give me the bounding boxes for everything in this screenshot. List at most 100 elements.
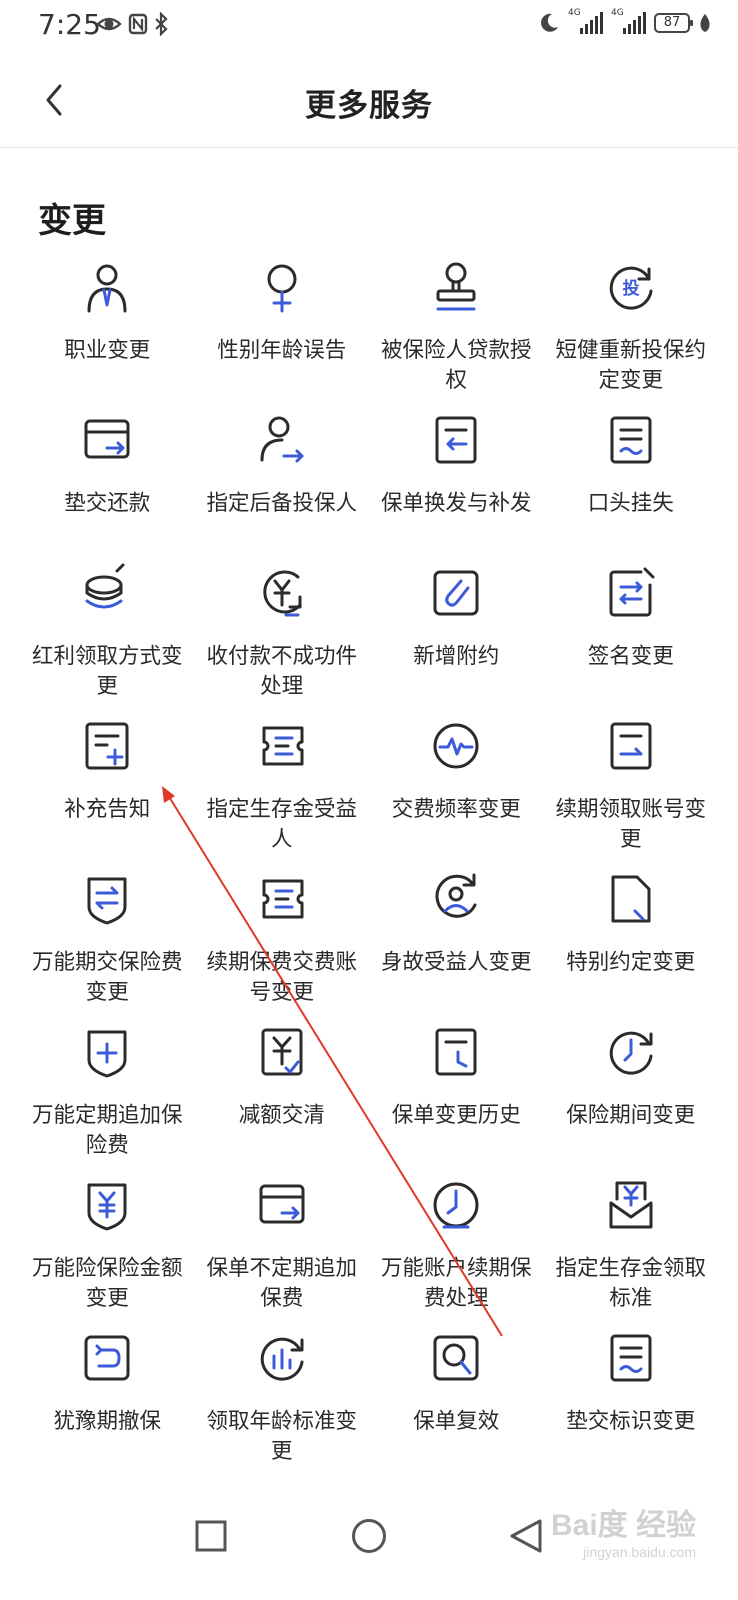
service-label: 续期领取账号变更 <box>555 797 706 852</box>
yuan-cycle-icon <box>252 563 312 623</box>
service-label: 签名变更 <box>587 644 674 669</box>
status-left-icons <box>96 12 168 36</box>
doc-plus-icon <box>77 716 137 776</box>
service-item[interactable]: 投短健重新投保约定变更 <box>544 252 719 405</box>
header: 更多服务 <box>0 56 738 148</box>
service-item[interactable]: 垫交还款 <box>20 405 195 558</box>
service-item[interactable]: 交费频率变更 <box>369 711 544 864</box>
service-label: 指定后备投保人 <box>206 491 357 516</box>
service-label: 指定生存金受益人 <box>206 797 357 852</box>
service-label: 职业变更 <box>64 338 151 363</box>
gender-age-icon <box>252 257 312 317</box>
doc-wave-icon <box>601 410 661 470</box>
back-nav-button[interactable] <box>498 1508 554 1564</box>
status-time: 7:25 <box>38 8 101 41</box>
signal-icon: 4G <box>611 8 646 34</box>
service-item[interactable]: 指定生存金领取标准 <box>544 1170 719 1323</box>
bluetooth-icon <box>155 12 168 36</box>
service-label: 短健重新投保约定变更 <box>555 338 706 393</box>
service-item[interactable]: 收付款不成功件处理 <box>195 558 370 711</box>
service-label: 收付款不成功件处理 <box>206 644 357 699</box>
service-label: 交费频率变更 <box>391 797 521 822</box>
ticket-icon <box>252 716 312 776</box>
service-label: 犹豫期撤保 <box>53 1409 161 1434</box>
status-bar: 7:25 4G 4G 87 <box>0 0 738 56</box>
shield-yuan-icon <box>77 1175 137 1235</box>
service-label: 万能险保险金额变更 <box>31 1256 183 1311</box>
service-item[interactable]: 保单换发与补发 <box>369 405 544 558</box>
chart-cycle-icon <box>252 1328 312 1388</box>
service-item[interactable]: 保险期间变更 <box>544 1017 719 1170</box>
service-item[interactable]: 万能定期追加保险费 <box>20 1017 195 1170</box>
service-item[interactable]: 万能险保险金额变更 <box>20 1170 195 1323</box>
service-label: 保险期间变更 <box>566 1103 696 1128</box>
person-arrow-icon <box>252 410 312 470</box>
coins-icon <box>77 563 137 623</box>
service-label: 续期保费交费账号变更 <box>206 950 357 1005</box>
recents-button[interactable] <box>183 1508 239 1564</box>
envelope-yuan-icon <box>601 1175 661 1235</box>
service-item[interactable]: 补充告知 <box>20 711 195 864</box>
card-transfer-icon <box>252 1175 312 1235</box>
moon-icon <box>541 13 558 32</box>
service-label: 保单变更历史 <box>391 1103 521 1128</box>
service-label: 被保险人贷款授权 <box>380 338 532 393</box>
service-item[interactable]: 特别约定变更 <box>544 864 719 1017</box>
service-label: 特别约定变更 <box>566 950 696 975</box>
leaf-icon <box>700 14 710 32</box>
shield-plus-icon <box>77 1022 137 1082</box>
service-item[interactable]: 保单不定期追加保费 <box>195 1170 370 1323</box>
service-item[interactable]: 职业变更 <box>20 252 195 405</box>
doc-fold-icon <box>601 869 661 929</box>
status-right-icons: 4G 4G 87 <box>538 8 712 34</box>
service-item[interactable]: 万能账户续期保费处理 <box>369 1170 544 1323</box>
service-item[interactable]: 保单变更历史 <box>369 1017 544 1170</box>
yuan-check-icon <box>252 1022 312 1082</box>
service-item[interactable]: 被保险人贷款授权 <box>369 252 544 405</box>
svg-text:投: 投 <box>622 278 639 299</box>
home-button[interactable] <box>341 1508 397 1564</box>
person-cycle-icon <box>426 869 486 929</box>
occupation-icon <box>77 257 137 317</box>
pulse-icon <box>426 716 486 776</box>
service-item[interactable]: 指定生存金受益人 <box>195 711 370 864</box>
service-item[interactable]: 续期保费交费账号变更 <box>195 864 370 1017</box>
service-item[interactable]: 领取年龄标准变更 <box>195 1323 370 1476</box>
eye-icon <box>96 17 122 31</box>
service-item[interactable]: 犹豫期撤保 <box>20 1323 195 1476</box>
service-label: 新增附约 <box>413 644 500 669</box>
battery-icon: 87 <box>654 13 693 33</box>
undo-box-icon <box>77 1328 137 1388</box>
service-item[interactable]: 新增附约 <box>369 558 544 711</box>
service-item[interactable]: 垫交标识变更 <box>544 1323 719 1476</box>
service-item[interactable]: 指定后备投保人 <box>195 405 370 558</box>
service-item[interactable]: 保单复效 <box>369 1323 544 1476</box>
watermark-url: jingyan.baidu.com <box>583 1544 696 1560</box>
square-icon <box>195 1520 227 1552</box>
service-label: 垫交还款 <box>64 491 151 516</box>
service-item[interactable]: 身故受益人变更 <box>369 864 544 1017</box>
doc-wave-icon <box>601 1328 661 1388</box>
service-item[interactable]: 万能期交保险费变更 <box>20 864 195 1017</box>
service-item[interactable]: 口头挂失 <box>544 405 719 558</box>
circle-icon <box>352 1519 386 1553</box>
service-item[interactable]: 续期领取账号变更 <box>544 711 719 864</box>
service-grid: 职业变更 性别年龄误告 被保险人贷款授权投短健重新投保约定变更 垫交还款 指定后备投保人… <box>20 252 718 1476</box>
nfc-icon <box>128 13 148 35</box>
service-label: 补充告知 <box>64 797 151 822</box>
service-item[interactable]: 红利领取方式变更 <box>20 558 195 711</box>
service-label: 保单换发与补发 <box>380 491 532 516</box>
doc-arrow-icon <box>601 716 661 776</box>
clock-icon <box>426 1175 486 1235</box>
service-label: 万能账户续期保费处理 <box>380 1256 532 1311</box>
service-label: 减额交清 <box>238 1103 325 1128</box>
triangle-left-icon <box>510 1519 542 1553</box>
service-item[interactable]: 签名变更 <box>544 558 719 711</box>
service-item[interactable]: 性别年龄误告 <box>195 252 370 405</box>
ticket-icon <box>252 869 312 929</box>
shield-swap-icon <box>77 869 137 929</box>
service-label: 口头挂失 <box>587 491 674 516</box>
signature-icon <box>601 563 661 623</box>
service-item[interactable]: 减额交清 <box>195 1017 370 1170</box>
service-label: 身故受益人变更 <box>380 950 532 975</box>
